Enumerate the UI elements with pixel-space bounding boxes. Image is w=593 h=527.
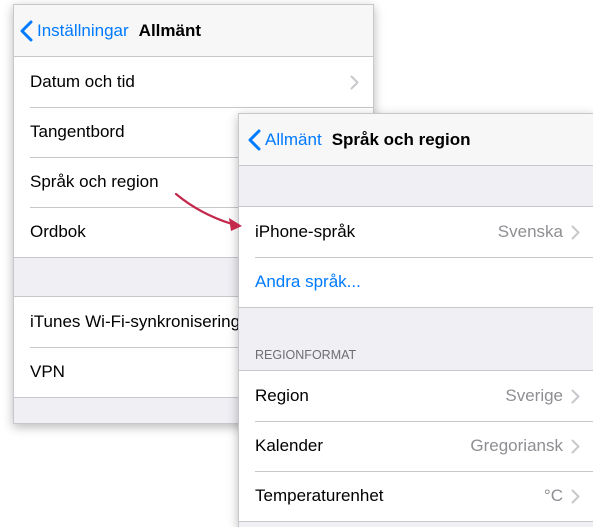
back-button-label: Allmänt (265, 129, 322, 149)
row-temperature-unit[interactable]: Temperaturenhet °C (239, 471, 593, 521)
language-region-screen: Allmänt Språk och region iPhone-språk Sv… (238, 113, 593, 527)
row-label: Språk och region (30, 172, 159, 191)
chevron-left-icon (248, 129, 261, 151)
page-title: Allmänt (138, 20, 202, 40)
row-label: Kalender (255, 436, 324, 455)
chevron-right-icon (571, 439, 580, 454)
page-title: Språk och region (331, 129, 471, 149)
chevron-right-icon (571, 489, 580, 504)
back-button[interactable]: Inställningar (20, 20, 129, 42)
row-label: VPN (30, 362, 65, 381)
chevron-right-icon (571, 225, 580, 240)
row-label: Tangentbord (30, 122, 125, 141)
chevron-left-icon (20, 20, 33, 42)
row-value: Sverige (505, 386, 563, 405)
row-value: °C (543, 486, 563, 505)
navigation-bar: Allmänt Språk och region (239, 114, 593, 166)
chevron-right-icon (350, 75, 359, 90)
row-region[interactable]: Region Sverige (239, 371, 593, 421)
section-header-region-format: REGIONFORMAT (255, 348, 357, 362)
back-button-label: Inställningar (37, 20, 129, 40)
row-iphone-language[interactable]: iPhone-språk Svenska (239, 207, 593, 257)
row-label: iPhone-språk (255, 222, 356, 241)
row-other-languages[interactable]: Andra språk... (239, 257, 593, 307)
navigation-bar: Inställningar Allmänt (14, 5, 373, 57)
other-languages-link: Andra språk... (255, 272, 361, 291)
row-date-time[interactable]: Datum och tid (14, 57, 373, 107)
region-format-group: Region Sverige Kalender Gregoriansk Temp… (239, 370, 593, 522)
row-label: Datum och tid (30, 72, 135, 91)
chevron-right-icon (571, 389, 580, 404)
row-calendar[interactable]: Kalender Gregoriansk (239, 421, 593, 471)
row-label: Temperaturenhet (255, 486, 384, 505)
row-label: iTunes Wi-Fi-synkronisering (30, 312, 241, 331)
back-button[interactable]: Allmänt (248, 129, 322, 151)
row-label: Ordbok (30, 222, 86, 241)
language-group: iPhone-språk Svenska Andra språk... (239, 206, 593, 308)
row-value: Gregoriansk (470, 436, 563, 455)
row-label: Region (255, 386, 309, 405)
row-value: Svenska (497, 222, 563, 241)
